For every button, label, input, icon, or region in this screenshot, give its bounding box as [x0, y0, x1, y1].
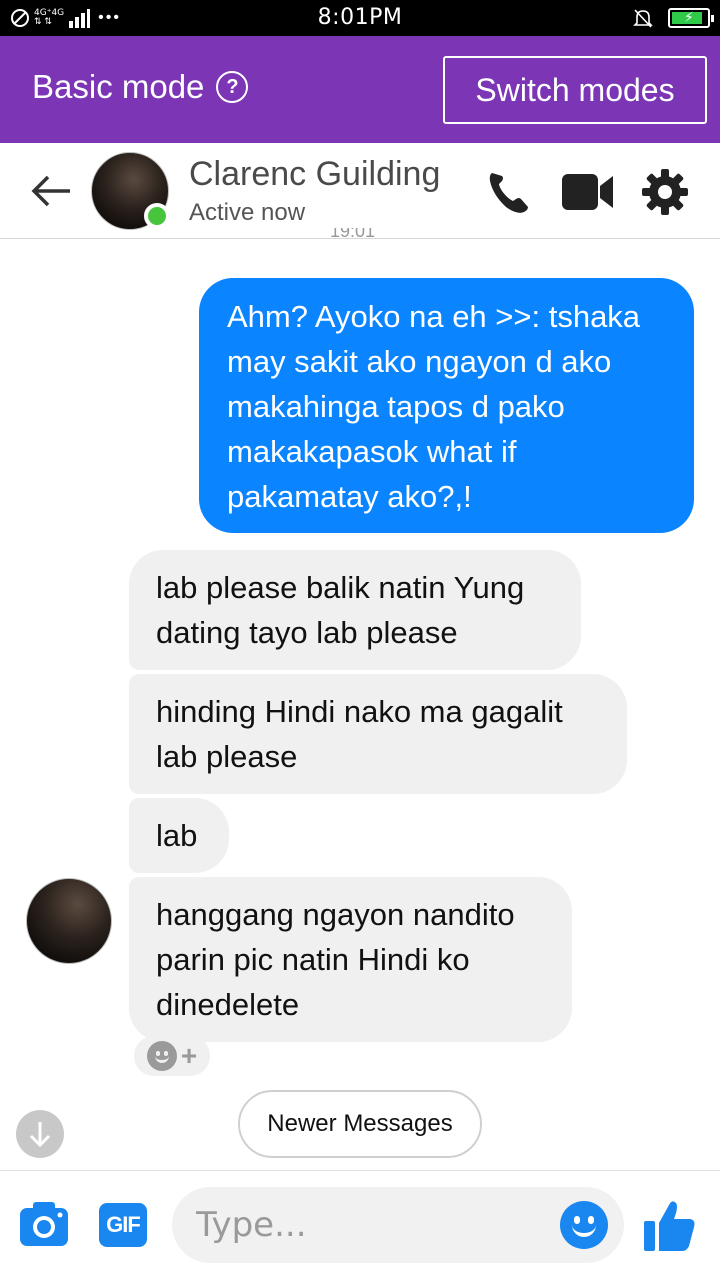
message-bubble-incoming[interactable]: lab please balik natin Yung dating tayo … — [129, 550, 581, 670]
message-line: parin pic natin Hindi ko — [156, 942, 470, 977]
scroll-down-button[interactable] — [16, 1110, 64, 1158]
settings-button[interactable] — [638, 165, 692, 219]
charging-bolt-icon: ⚡ — [684, 9, 694, 25]
message-line: makakapasok what if — [227, 434, 517, 469]
message-line: Ahm? Ayoko na eh >>: tshaka — [227, 299, 641, 334]
sender-avatar[interactable] — [26, 878, 112, 964]
clock: 8:01PM — [317, 5, 403, 30]
arrow-down-icon — [29, 1122, 51, 1148]
message-line: may sakit ako ngayon d ako — [227, 344, 612, 379]
contact-name[interactable]: Clarenc Guilding — [189, 155, 440, 194]
message-line: dinedelete — [156, 987, 300, 1022]
online-status-icon — [144, 203, 170, 229]
muted-bell-icon — [633, 9, 653, 28]
back-arrow-icon[interactable] — [28, 171, 74, 211]
timestamp-partial: 19:01 — [330, 228, 376, 240]
basic-mode-bar: Basic mode ? Switch modes — [0, 36, 720, 143]
status-bar: 4G⁺4G ⇅ ⇅ ••• 8:01PM ⚡ — [0, 0, 720, 36]
message-line: hinding Hindi nako ma gagalit — [156, 694, 563, 729]
add-reaction-button[interactable]: + — [134, 1036, 210, 1076]
status-right-icons: ⚡ — [632, 6, 714, 30]
battery-tip — [711, 15, 714, 22]
video-call-button[interactable] — [561, 165, 615, 219]
video-camera-icon — [562, 174, 613, 210]
message-line: pakamatay ako?,! — [227, 479, 472, 514]
message-line: lab please — [156, 739, 298, 774]
message-bubble-incoming[interactable]: lab — [129, 798, 229, 873]
help-icon[interactable]: ? — [216, 71, 249, 103]
message-bubble-outgoing[interactable]: Ahm? Ayoko na eh >>: tshaka may sakit ak… — [199, 278, 694, 533]
smiley-icon — [146, 1041, 177, 1071]
message-line: hanggang ngayon nandito — [156, 897, 515, 932]
basic-mode-label: Basic mode ? — [32, 68, 249, 106]
message-composer: GIF — [0, 1170, 720, 1280]
mode-title: Basic mode — [32, 68, 205, 105]
newer-messages-button[interactable]: Newer Messages — [238, 1090, 482, 1158]
message-bubble-incoming[interactable]: hinding Hindi nako ma gagalit lab please — [129, 674, 627, 794]
battery-icon: ⚡ — [668, 8, 714, 28]
phone-icon — [489, 173, 528, 213]
message-line: lab — [156, 818, 198, 853]
contact-status: Active now — [189, 199, 306, 226]
plus-icon: + — [180, 1040, 198, 1071]
gif-button[interactable]: GIF — [99, 1203, 147, 1247]
message-line: lab please balik natin Yung — [156, 570, 525, 605]
camera-icon[interactable] — [18, 1200, 70, 1248]
switch-modes-button[interactable]: Switch modes — [443, 56, 707, 124]
message-line: makahinga tapos d pako — [227, 389, 565, 424]
emoji-icon[interactable] — [560, 1201, 608, 1249]
thumbs-up-icon[interactable] — [642, 1197, 698, 1253]
message-input-container — [172, 1187, 624, 1263]
phone-call-button[interactable] — [482, 165, 536, 219]
message-bubble-incoming[interactable]: hanggang ngayon nandito parin pic natin … — [129, 877, 572, 1042]
gear-icon — [642, 169, 688, 215]
message-line: dating tayo lab please — [156, 615, 458, 650]
message-input[interactable] — [196, 1187, 556, 1263]
chat-header: Clarenc Guilding Active now — [0, 143, 720, 239]
